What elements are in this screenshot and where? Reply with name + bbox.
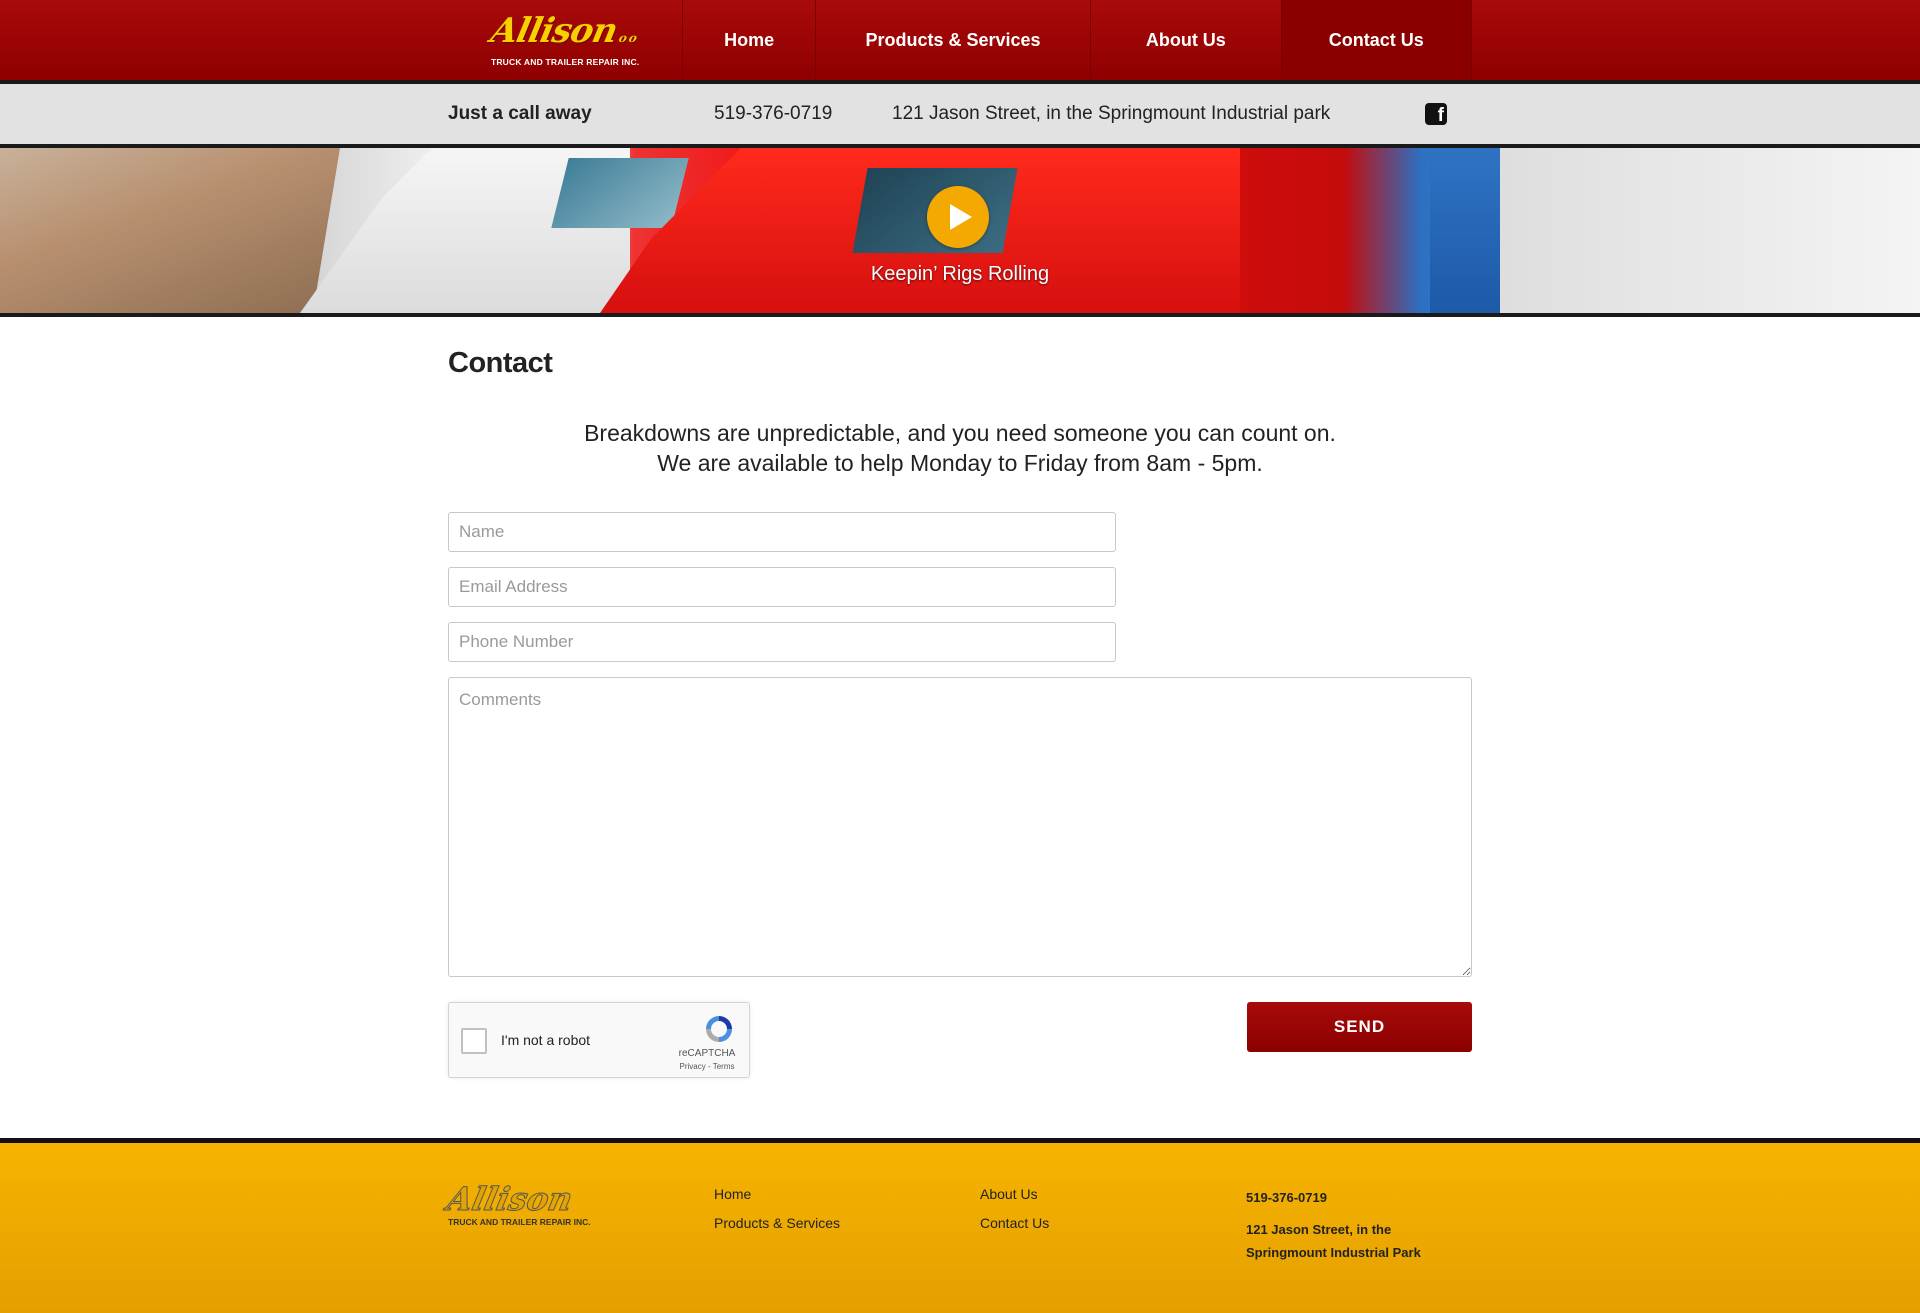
info-tagline: Just a call away <box>448 103 592 124</box>
site-logo[interactable]: Allisonoo TRUCK AND TRAILER REPAIR INC. <box>448 0 684 80</box>
facebook-icon[interactable]: f <box>1425 103 1447 125</box>
play-video-button[interactable] <box>927 186 989 248</box>
contact-intro: Breakdowns are unpredictable, and you ne… <box>448 418 1472 478</box>
recaptcha-brand: reCAPTCHA <box>678 1048 736 1059</box>
footer-address: 121 Jason Street, in the Springmount Ind… <box>1246 1222 1421 1260</box>
email-field[interactable] <box>448 567 1116 607</box>
intro-line-2: We are available to help Monday to Frida… <box>657 450 1263 476</box>
nav-home[interactable]: Home <box>683 0 816 80</box>
info-phone[interactable]: 519-376-0719 <box>714 103 892 125</box>
hero-white-truck-window <box>551 158 689 228</box>
nav-about-us[interactable]: About Us <box>1091 0 1282 80</box>
recaptcha-icon <box>706 1016 732 1042</box>
hero-caption: Keepin’ Rigs Rolling <box>870 263 1050 285</box>
recaptcha-checkbox[interactable] <box>461 1028 487 1054</box>
main-navigation: Allisonoo TRUCK AND TRAILER REPAIR INC. … <box>0 0 1920 84</box>
phone-field[interactable] <box>448 622 1116 662</box>
logo-wheels-icon: oo <box>617 30 641 45</box>
footer-link-about-us[interactable]: About Us <box>980 1186 1049 1202</box>
info-address: 121 Jason Street, in the Springmount Ind… <box>892 103 1331 124</box>
comments-field[interactable] <box>448 677 1472 977</box>
hero-trailer <box>1500 148 1920 313</box>
recaptcha-widget: I'm not a robot reCAPTCHA Privacy - Term… <box>448 1002 750 1078</box>
footer-link-home[interactable]: Home <box>714 1186 840 1202</box>
contact-section: Contact Breakdowns are unpredictable, an… <box>0 317 1920 1130</box>
logo-wordmark: Allisonoo <box>486 11 643 55</box>
footer-links-col-1: Home Products & Services <box>714 1186 840 1244</box>
footer-phone[interactable]: 519-376-0719 <box>1246 1186 1446 1209</box>
intro-line-1: Breakdowns are unpredictable, and you ne… <box>584 420 1336 446</box>
recaptcha-label: I'm not a robot <box>501 1032 591 1048</box>
hero-ground <box>0 148 340 313</box>
name-field[interactable] <box>448 512 1116 552</box>
nav-contact-us[interactable]: Contact Us <box>1281 0 1472 80</box>
info-bar: Just a call away 519-376-0719 121 Jason … <box>0 84 1920 148</box>
footer-logo-tagline: TRUCK AND TRAILER REPAIR INC. <box>448 1217 591 1227</box>
hero-blue-stripe <box>1430 148 1500 313</box>
play-icon <box>950 204 972 230</box>
hero-banner: Keepin’ Rigs Rolling <box>0 148 1920 317</box>
recaptcha-privacy-terms[interactable]: Privacy - Terms <box>677 1062 737 1071</box>
footer-links-col-2: About Us Contact Us <box>980 1186 1049 1244</box>
logo-tagline: TRUCK AND TRAILER REPAIR INC. <box>490 56 640 67</box>
send-button[interactable]: SEND <box>1247 1002 1472 1052</box>
page-title: Contact <box>448 347 553 379</box>
nav-products-services[interactable]: Products & Services <box>816 0 1092 80</box>
footer-contact: 519-376-0719 121 Jason Street, in the Sp… <box>1246 1186 1446 1264</box>
footer-logo[interactable]: Allison TRUCK AND TRAILER REPAIR INC. <box>443 1180 598 1228</box>
site-footer: Allison TRUCK AND TRAILER REPAIR INC. Ho… <box>0 1138 1920 1313</box>
footer-logo-wordmark: Allison <box>443 1180 576 1219</box>
footer-link-products-services[interactable]: Products & Services <box>714 1215 840 1231</box>
footer-link-contact-us[interactable]: Contact Us <box>980 1215 1049 1231</box>
